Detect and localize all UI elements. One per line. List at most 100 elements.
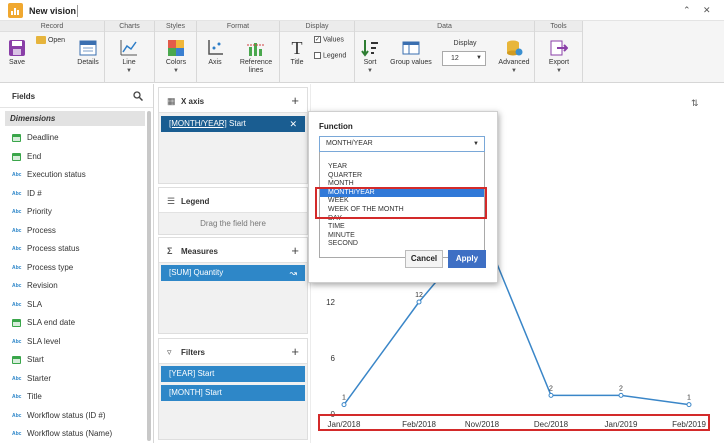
add-filter-icon[interactable]: + [291, 344, 299, 359]
filter-field-name: [MONTH] Start [169, 388, 222, 397]
title-text-icon: T [291, 38, 303, 58]
checkbox-checked-icon: ✓ [314, 36, 321, 43]
data-point[interactable] [341, 402, 347, 408]
advanced-button[interactable]: Advanced ▼ [496, 39, 532, 74]
legend-checkbox[interactable]: Legend [314, 52, 354, 59]
measure-field-pill[interactable]: [SUM] Quantity ↝ [161, 265, 305, 281]
measures-card: Σ Measures + [SUM] Quantity ↝ [158, 237, 308, 334]
data-point[interactable] [686, 402, 692, 408]
cancel-button[interactable]: Cancel [405, 250, 443, 268]
field-item[interactable]: End [0, 148, 145, 166]
text-field-icon: Abc [12, 227, 22, 234]
field-item[interactable]: Abc Execution status [0, 166, 145, 184]
open-button[interactable]: Open [36, 36, 70, 44]
xaxis-function-link[interactable]: [MONTH/YEAR] [169, 119, 227, 128]
values-checkbox[interactable]: ✓ Values [314, 36, 354, 43]
field-item[interactable]: Abc Process status [0, 240, 145, 258]
group-data-label: Data [355, 21, 534, 32]
line-chart-small-icon[interactable]: ↝ [289, 265, 297, 281]
text-field-icon: Abc [12, 172, 22, 178]
title-button[interactable]: T Title [286, 39, 308, 67]
line-label: Line [122, 59, 136, 66]
sort-button[interactable]: Sort ▼ [358, 39, 382, 74]
fields-scrollbar[interactable] [147, 111, 151, 441]
field-item[interactable]: Abc ID # [0, 185, 145, 203]
legend-drop-zone[interactable]: Drag the field here [159, 219, 307, 228]
add-xaxis-icon[interactable]: + [291, 93, 299, 108]
apply-button[interactable]: Apply [448, 250, 486, 268]
add-measure-icon[interactable]: + [291, 243, 299, 258]
measures-title: Measures [181, 247, 218, 256]
function-options-list: YEAR QUARTER MONTH MONTH/YEAR WEEK WEEK OF TH… [319, 152, 485, 258]
field-item[interactable]: Abc Revision [0, 277, 145, 295]
display-select[interactable]: 12 ▼ [442, 51, 486, 66]
reference-lines-button[interactable]: Reference lines [236, 39, 276, 75]
text-field-icon: Abc [12, 190, 22, 197]
field-label: SLA [27, 299, 43, 309]
data-point[interactable] [548, 392, 554, 398]
field-item[interactable]: Start [0, 351, 145, 369]
data-point[interactable] [618, 392, 624, 398]
field-label: SLA end date [27, 318, 76, 327]
group-styles-label: Styles [155, 21, 196, 32]
export-button[interactable]: Export ▼ [544, 39, 574, 74]
remove-icon[interactable]: ✕ [289, 116, 297, 132]
y-tick-label: 0 [331, 410, 336, 419]
line-chart-button[interactable]: Line ▼ [112, 39, 146, 74]
field-item[interactable]: Abc SLA [0, 296, 145, 314]
display-value: 12 [451, 55, 459, 62]
filter-field-pill[interactable]: [YEAR] Start [161, 366, 305, 382]
filter-field-pill[interactable]: [MONTH] Start [161, 385, 305, 401]
field-item[interactable]: Abc Title [0, 388, 145, 406]
field-label: ID # [27, 188, 42, 198]
checkbox-unchecked-icon [314, 52, 321, 59]
data-point[interactable] [416, 299, 422, 305]
function-select[interactable]: MONTH/YEAR ▼ [319, 136, 485, 152]
fields-title: Fields [12, 92, 36, 101]
field-item[interactable]: SLA end date [0, 314, 145, 332]
xaxis-field-pill[interactable]: [MONTH/YEAR] Start ✕ [161, 116, 305, 132]
field-item[interactable]: Abc Starter [0, 370, 145, 388]
x-tick-label: Nov/2018 [465, 420, 500, 429]
filter-icon: ▿ [167, 347, 172, 357]
close-icon[interactable]: ✕ [703, 5, 711, 16]
field-item[interactable]: Abc Workflow status (Name) [0, 425, 145, 443]
filters-header: ▿ Filters + [159, 339, 307, 364]
details-button[interactable]: Details [74, 39, 102, 67]
search-icon[interactable] [133, 91, 143, 101]
field-item[interactable]: Abc Priority [0, 203, 145, 221]
save-button[interactable]: Save [4, 39, 30, 67]
x-tick-label: Feb/2018 [402, 420, 436, 429]
legend-card: ☰ Legend Drag the field here [158, 187, 308, 235]
group-values-button[interactable]: Group values [388, 39, 434, 67]
calendar-icon [12, 356, 21, 364]
display-label: Display [453, 40, 477, 47]
xaxis-field-name: Start [226, 119, 246, 128]
field-item[interactable]: Abc SLA level [0, 333, 145, 351]
function-selected-value: MONTH/YEAR [326, 140, 373, 147]
axis-button[interactable]: Axis [202, 39, 228, 67]
details-label: Details [77, 59, 99, 66]
colors-button[interactable]: Colors ▼ [162, 39, 190, 74]
advanced-label: Advanced [498, 59, 530, 66]
y-tick-label: 6 [331, 354, 336, 363]
field-label: Workflow status (Name) [27, 429, 113, 438]
group-values-icon [402, 39, 420, 57]
app-logo-icon [8, 3, 23, 18]
field-item[interactable]: Deadline [0, 129, 145, 147]
text-field-icon: Abc [12, 375, 22, 382]
field-item[interactable]: Abc Process type [0, 259, 145, 277]
data-label: 2 [619, 385, 623, 392]
field-label: Execution status [27, 170, 86, 179]
field-item[interactable]: Abc Workflow status (ID #) [0, 407, 145, 425]
field-item[interactable]: Abc Process [0, 222, 145, 240]
function-option[interactable]: SECOND [320, 239, 484, 248]
open-label: Open [47, 36, 66, 44]
measure-field-name: [SUM] Quantity [169, 268, 224, 277]
chevron-down-icon: ▼ [173, 68, 179, 74]
text-field-icon: Abc [12, 264, 22, 271]
collapse-icon[interactable]: ⌃ [683, 5, 691, 16]
x-tick-label: Jan/2018 [328, 420, 361, 429]
legend-label: Legend [322, 52, 347, 60]
field-label: Start [27, 355, 44, 364]
